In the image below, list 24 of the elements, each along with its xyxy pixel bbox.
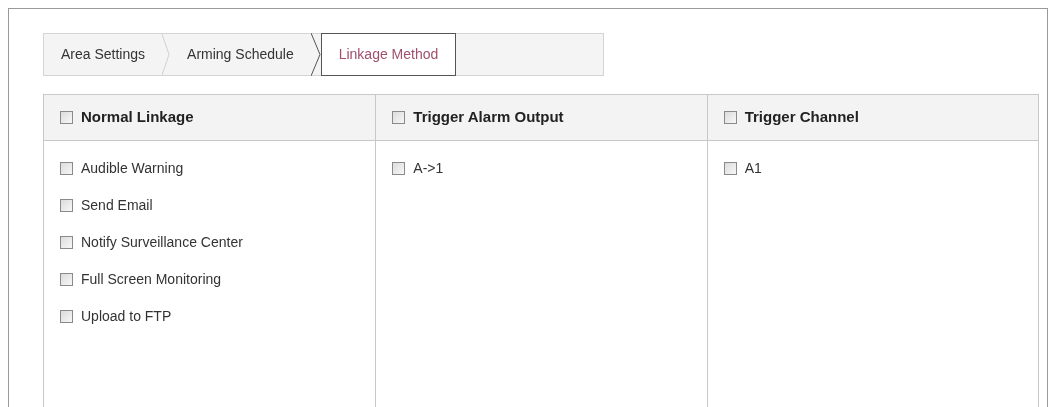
checkbox[interactable] bbox=[60, 309, 73, 323]
option-label: Full Screen Monitoring bbox=[81, 269, 222, 289]
option-label: Send Email bbox=[81, 195, 153, 215]
checkbox[interactable] bbox=[723, 161, 737, 175]
option-label: Audible Warning bbox=[81, 158, 184, 178]
tab[interactable]: Linkage Method bbox=[320, 33, 457, 76]
column-title: Normal Linkage bbox=[81, 107, 194, 128]
column-title: Trigger Channel bbox=[744, 107, 859, 128]
checkbox[interactable] bbox=[60, 111, 73, 124]
option-label: A1 bbox=[744, 158, 762, 178]
tab[interactable]: Area Settings bbox=[44, 34, 163, 75]
checkbox[interactable] bbox=[60, 198, 73, 212]
chevron-icon bbox=[310, 33, 321, 76]
option-label: Notify Surveillance Center bbox=[81, 232, 243, 252]
checkbox[interactable] bbox=[723, 111, 737, 124]
checkbox[interactable] bbox=[392, 161, 406, 175]
option-label: A->1 bbox=[413, 158, 444, 178]
checkbox[interactable] bbox=[60, 235, 73, 249]
checkbox[interactable] bbox=[60, 161, 73, 175]
option-label: Upload to FTP bbox=[81, 306, 172, 326]
tab[interactable]: Arming Schedule bbox=[170, 34, 311, 75]
checkbox[interactable] bbox=[392, 111, 406, 124]
column-title: Trigger Alarm Output bbox=[413, 107, 564, 128]
checkbox[interactable] bbox=[60, 272, 73, 286]
